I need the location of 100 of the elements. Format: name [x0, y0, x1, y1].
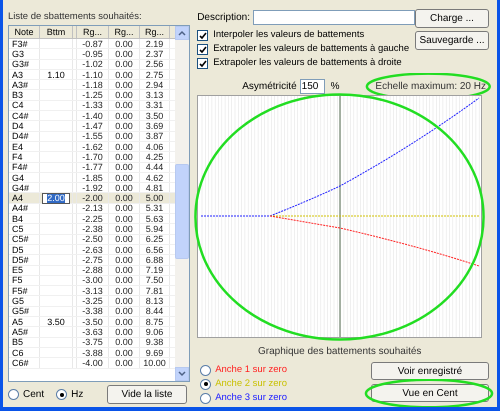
table-cell: 0.00: [115, 316, 133, 327]
scroll-down-icon[interactable]: [175, 367, 189, 381]
table-cell: -1.10: [82, 70, 103, 80]
table-row[interactable]: B3 -1.25 0.00 3.13: [9, 90, 175, 101]
table-row[interactable]: C6# -4.00 0.00 10.00: [9, 358, 175, 368]
table-row[interactable]: B4 -2.25 0.00 5.63: [9, 214, 175, 224]
column-header[interactable]: Bttm: [40, 26, 73, 38]
table-cell: -1.33: [82, 100, 103, 110]
scroll-thumb[interactable]: [175, 164, 189, 259]
description-label: Description:: [197, 10, 250, 24]
percent-label: %: [330, 80, 340, 94]
table-cell: B4: [12, 214, 24, 224]
table-row[interactable]: G5# -3.38 0.00 8.44: [9, 306, 175, 318]
checkbox-label: Interpoler les valeurs de battements: [213, 28, 364, 42]
table-row[interactable]: A5# -3.63 0.00 9.06: [9, 327, 175, 338]
table-row[interactable]: G4 -1.85 0.00 4.62: [9, 172, 175, 184]
load-button[interactable]: Charge ...: [415, 9, 489, 28]
table-cell: 9.69: [146, 348, 164, 358]
table-cell: A5: [12, 316, 24, 327]
table-cell: F4#: [12, 162, 28, 172]
radio-button[interactable]: [200, 392, 212, 404]
table-row[interactable]: F5# -3.13 0.00 7.81: [9, 286, 175, 296]
table-cell: -2.13: [82, 203, 103, 214]
checkbox[interactable]: [197, 44, 208, 55]
table-cell: -0.95: [82, 48, 103, 59]
table-row[interactable]: E5 -2.88 0.00 7.19: [9, 266, 175, 276]
table-cell: 4.62: [146, 172, 164, 183]
table-row[interactable]: D4 -1.47 0.00 3.69: [9, 121, 175, 132]
cell-edit-field[interactable]: 2.00: [42, 192, 70, 204]
table-cell: -2.63: [82, 244, 103, 255]
save-button[interactable]: Sauvegarde ...: [415, 31, 489, 50]
description-field[interactable]: [253, 10, 415, 24]
chart-caption: Graphique des battements souhaités: [256, 345, 422, 359]
table-cell: -3.88: [82, 348, 103, 358]
table-row[interactable]: A3 1.10 -1.10 0.00 2.75: [9, 70, 175, 80]
radio-button[interactable]: [200, 364, 212, 376]
table-cell: -2.88: [82, 265, 103, 276]
table-row[interactable]: G4# -1.92 0.00 4.81: [9, 183, 175, 194]
table-row[interactable]: D5# -2.75 0.00 6.88: [9, 255, 175, 266]
table-row[interactable]: G5 -3.25 0.00 8.13: [9, 296, 175, 307]
table-cell: 6.25: [146, 234, 164, 244]
table-row[interactable]: A5 3.50 -3.50 0.00 8.75: [9, 317, 175, 328]
column-header[interactable]: Rg...: [140, 26, 170, 38]
scroll-up-icon[interactable]: [175, 26, 189, 40]
table-row[interactable]: F4 -1.70 0.00 4.25: [9, 152, 175, 163]
table-cell: 0.00: [115, 286, 133, 296]
cent-view-button[interactable]: Vue en Cent: [371, 384, 489, 402]
table-cell: 0.00: [115, 244, 133, 255]
column-header[interactable]: Rg...: [109, 26, 140, 38]
radio-button[interactable]: [8, 389, 19, 400]
asymmetry-field[interactable]: 150: [300, 79, 325, 94]
table-cell: -2.50: [82, 234, 103, 244]
table-row[interactable]: D4# -1.55 0.00 3.87: [9, 132, 175, 142]
table-row[interactable]: G3# -1.02 0.00 2.56: [9, 60, 175, 70]
column-header[interactable]: Rg...: [77, 26, 109, 38]
table-cell: -1.92: [82, 182, 103, 193]
table-row[interactable]: F3# -0.87 0.00 2.19: [9, 39, 175, 50]
table-cell: 0.00: [115, 296, 133, 306]
radio-button[interactable]: [200, 378, 212, 390]
table-cell: -1.85: [82, 172, 103, 183]
table-row[interactable]: C5# -2.50 0.00 6.25: [9, 234, 175, 245]
checkbox[interactable]: [197, 58, 208, 69]
table-row[interactable]: G3 -0.95 0.00 2.37: [9, 49, 175, 60]
checkbox[interactable]: [197, 30, 208, 41]
table-cell: -3.63: [82, 326, 103, 337]
table-cell: -1.70: [82, 152, 103, 162]
table-cell: 0.00: [115, 326, 133, 337]
table-cell: 0.00: [115, 80, 133, 90]
table-cell: E4: [12, 142, 24, 152]
table-cell: F5: [12, 275, 23, 286]
table-cell: F3#: [12, 38, 28, 49]
table-cell: 2.94: [146, 80, 164, 90]
table-row[interactable]: C4 -1.33 0.00 3.31: [9, 100, 175, 112]
radio-button[interactable]: [56, 389, 68, 400]
table-cell: 0.00: [115, 193, 133, 204]
table-row[interactable]: E4 -1.62 0.00 4.06: [9, 142, 175, 152]
view-saved-button[interactable]: Voir enregistré: [371, 362, 489, 380]
table-row[interactable]: F5 -3.00 0.00 7.50: [9, 276, 175, 286]
table-row[interactable]: F4# -1.77 0.00 4.44: [9, 162, 175, 173]
table-cell: -1.55: [82, 131, 103, 142]
table-row[interactable]: A3# -1.18 0.00 2.94: [9, 80, 175, 90]
table-row[interactable]: B5 -3.75 0.00 9.38: [9, 338, 175, 348]
table-row[interactable]: A4# -2.13 0.00 5.31: [9, 204, 175, 214]
table-cell: 4.25: [146, 152, 164, 162]
column-header[interactable]: Note: [9, 26, 40, 38]
table-row[interactable]: A4 2.00 -2.00 0.00 5.00: [9, 193, 175, 204]
table-cell: C5: [12, 224, 24, 234]
table-cell: A3: [12, 70, 24, 80]
scrollbar[interactable]: [175, 26, 189, 381]
table-cell: 0.00: [115, 162, 133, 172]
table-row[interactable]: C4# -1.40 0.00 3.50: [9, 111, 175, 122]
table-cell: 7.19: [146, 265, 164, 276]
table-cell: 5.94: [146, 224, 164, 234]
table-cell: -2.75: [82, 254, 103, 265]
clear-list-button[interactable]: Vide la liste: [107, 385, 187, 404]
table-cell: 7.50: [146, 275, 164, 286]
table-row[interactable]: C6 -3.88 0.00 9.69: [9, 348, 175, 358]
table-row[interactable]: D5 -2.63 0.00 6.56: [9, 244, 175, 256]
table-cell: 9.06: [146, 326, 164, 337]
table-row[interactable]: C5 -2.38 0.00 5.94: [9, 224, 175, 235]
